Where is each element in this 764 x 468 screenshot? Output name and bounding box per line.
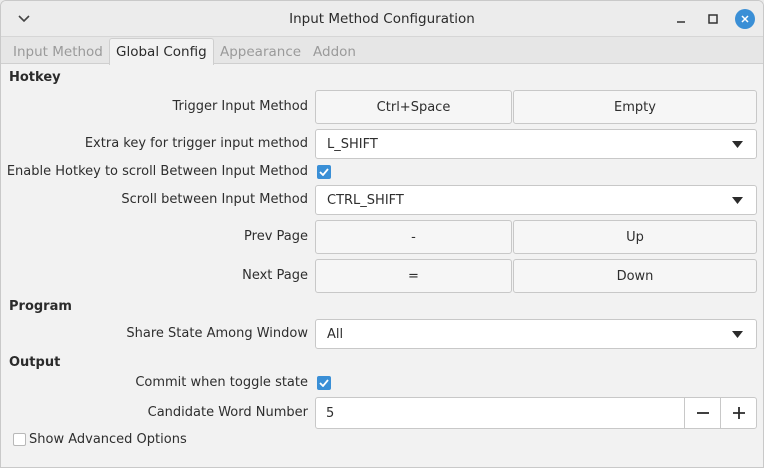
candidate-number-spinbox: 5 xyxy=(315,397,757,429)
tab-global-config[interactable]: Global Config xyxy=(109,38,214,65)
enable-scroll-checkbox[interactable] xyxy=(317,165,331,179)
show-advanced-label: Show Advanced Options xyxy=(29,432,187,447)
trigger-key-1-button[interactable]: Ctrl+Space xyxy=(315,90,512,124)
tab-addon[interactable]: Addon xyxy=(307,41,362,64)
decrement-button[interactable] xyxy=(684,398,720,428)
maximize-icon xyxy=(708,14,718,24)
section-output-title: Output xyxy=(9,355,61,370)
next-page-key-2-button[interactable]: Down xyxy=(513,259,757,293)
titlebar: Input Method Configuration xyxy=(1,1,763,37)
config-window: Input Method Configuration Input Method … xyxy=(0,0,764,468)
commit-toggle-label: Commit when toggle state xyxy=(135,375,308,390)
extra-key-value: L_SHIFT xyxy=(327,136,378,152)
section-program-title: Program xyxy=(9,299,72,314)
share-state-value: All xyxy=(327,326,344,342)
share-state-select[interactable]: All xyxy=(315,319,757,349)
minus-icon xyxy=(696,412,709,414)
candidate-number-input[interactable]: 5 xyxy=(326,406,334,421)
scroll-between-select[interactable]: CTRL_SHIFT xyxy=(315,185,757,215)
next-page-label: Next Page xyxy=(242,268,308,283)
next-page-key-1-button[interactable]: = xyxy=(315,259,512,293)
show-advanced-checkbox[interactable] xyxy=(13,433,26,446)
candidate-number-label: Candidate Word Number xyxy=(147,405,308,420)
trigger-input-method-label: Trigger Input Method xyxy=(172,99,308,114)
enable-scroll-label: Enable Hotkey to scroll Between Input Me… xyxy=(6,164,308,179)
checkmark-icon xyxy=(319,379,329,387)
prev-page-key-1-button[interactable]: - xyxy=(315,220,512,254)
trigger-key-2-button[interactable]: Empty xyxy=(513,90,757,124)
scroll-between-label: Scroll between Input Method xyxy=(121,192,308,207)
prev-page-label: Prev Page xyxy=(244,229,308,244)
extra-key-select[interactable]: L_SHIFT xyxy=(315,129,757,159)
maximize-button[interactable] xyxy=(702,8,724,30)
section-hotkey-title: Hotkey xyxy=(9,70,61,85)
commit-toggle-checkbox[interactable] xyxy=(317,376,331,390)
extra-key-label: Extra key for trigger input method xyxy=(84,136,308,151)
increment-button[interactable] xyxy=(720,398,756,428)
dropdown-arrow-icon xyxy=(732,141,743,148)
close-button[interactable] xyxy=(734,8,756,30)
close-icon xyxy=(741,15,749,23)
checkmark-icon xyxy=(319,168,329,176)
prev-page-key-2-button[interactable]: Up xyxy=(513,220,757,254)
tab-bar: Input Method Global Config Appearance Ad… xyxy=(1,37,763,65)
tab-appearance[interactable]: Appearance xyxy=(214,41,307,64)
dropdown-arrow-icon xyxy=(732,197,743,204)
plus-icon xyxy=(732,407,745,419)
dropdown-arrow-icon xyxy=(732,331,743,338)
window-title: Input Method Configuration xyxy=(289,11,475,27)
minimize-button[interactable] xyxy=(670,8,692,30)
scroll-between-value: CTRL_SHIFT xyxy=(327,192,404,208)
share-state-label: Share State Among Window xyxy=(126,326,308,341)
tab-input-method[interactable]: Input Method xyxy=(7,41,109,64)
minimize-icon xyxy=(677,21,685,23)
